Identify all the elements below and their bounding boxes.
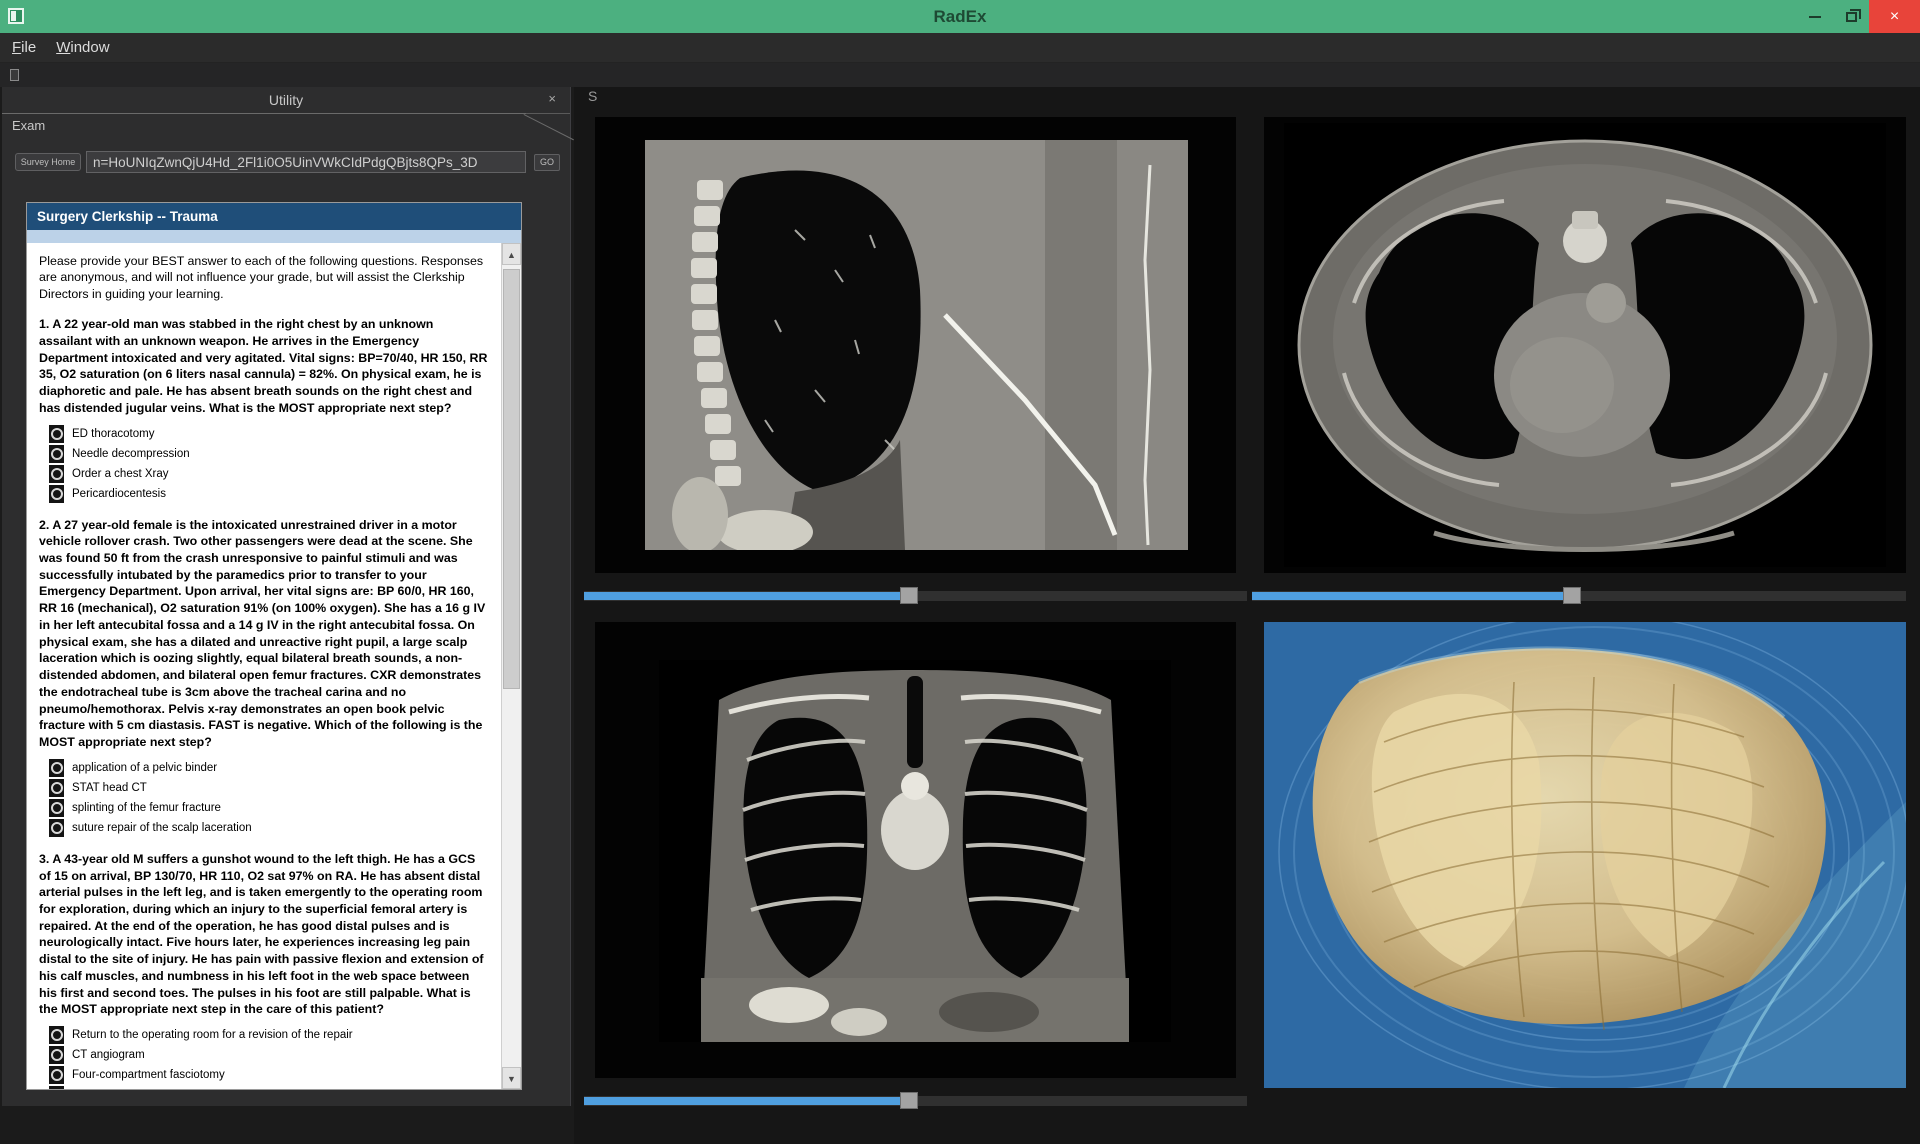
radio-button[interactable]: [49, 819, 64, 837]
question-1-options: ED thoracotomy Needle decompression Orde…: [49, 425, 489, 503]
question-text: 2. A 27 year-old female is the intoxicat…: [39, 517, 489, 751]
slider-handle[interactable]: [900, 1092, 918, 1109]
go-button[interactable]: GO: [534, 154, 560, 171]
ct-sagittal-image: [645, 140, 1188, 550]
option-row: Leg elevation and observation: [49, 1086, 489, 1089]
option-row: splinting of the femur fracture: [49, 799, 489, 817]
survey-title: Surgery Clerkship -- Trauma: [37, 209, 218, 224]
viewport-sagittal[interactable]: [595, 117, 1236, 573]
utility-close-icon[interactable]: ×: [548, 91, 556, 106]
utility-panel: Utility × Exam Survey Home GO Surgery Cl…: [2, 87, 571, 1106]
close-button[interactable]: ×: [1869, 0, 1920, 33]
minimize-button[interactable]: [1797, 0, 1833, 33]
option-row: ED thoracotomy: [49, 425, 489, 443]
option-row: Pericardiocentesis: [49, 485, 489, 503]
exam-tab[interactable]: Exam: [2, 113, 570, 139]
radio-button[interactable]: [49, 465, 64, 483]
option-label[interactable]: Needle decompression: [72, 448, 190, 460]
volume-render-image: [1264, 622, 1906, 1088]
option-row: Four-compartment fasciotomy: [49, 1066, 489, 1084]
maximize-button[interactable]: [1833, 0, 1869, 33]
option-label[interactable]: Return to the operating room for a revis…: [72, 1029, 353, 1041]
option-label[interactable]: Four-compartment fasciotomy: [72, 1069, 225, 1081]
radio-button[interactable]: [49, 445, 64, 463]
scroll-down-button[interactable]: ▼: [502, 1067, 521, 1089]
option-row: Return to the operating room for a revis…: [49, 1026, 489, 1044]
option-label[interactable]: Order a chest Xray: [72, 468, 169, 480]
window-title: RadEx: [0, 7, 1920, 27]
question-2-options: application of a pelvic binder STAT head…: [49, 759, 489, 837]
app-window: RadEx × File Window Utility × Exam Surve…: [0, 0, 1920, 1144]
viewport-coronal[interactable]: [595, 622, 1236, 1078]
option-row: STAT head CT: [49, 779, 489, 797]
tab-diagonal: [524, 114, 574, 140]
option-row: application of a pelvic binder: [49, 759, 489, 777]
minimize-icon: [1809, 16, 1821, 18]
question-text: 1. A 22 year-old man was stabbed in the …: [39, 316, 489, 416]
option-label[interactable]: ED thoracotomy: [72, 428, 154, 440]
question-3: 3. A 43-year old M suffers a gunshot wou…: [39, 851, 489, 1089]
option-row: Needle decompression: [49, 445, 489, 463]
viewport-axial[interactable]: [1264, 117, 1906, 573]
option-row: suture repair of the scalp laceration: [49, 819, 489, 837]
menu-file[interactable]: File: [12, 39, 36, 56]
scroll-up-button[interactable]: ▲: [502, 243, 521, 265]
series-label: S: [588, 88, 597, 104]
option-row: CT angiogram: [49, 1046, 489, 1064]
radio-button[interactable]: [49, 799, 64, 817]
ct-coronal-image: [659, 660, 1171, 1042]
window-controls: ×: [1797, 0, 1920, 33]
survey-frame: Surgery Clerkship -- Trauma Please provi…: [26, 202, 522, 1090]
slider-handle[interactable]: [1563, 587, 1581, 604]
question-1: 1. A 22 year-old man was stabbed in the …: [39, 316, 489, 502]
option-label[interactable]: STAT head CT: [72, 782, 147, 794]
radio-button[interactable]: [49, 779, 64, 797]
question-3-options: Return to the operating room for a revis…: [49, 1026, 489, 1089]
exam-tab-label: Exam: [12, 118, 45, 133]
radio-button[interactable]: [49, 1046, 64, 1064]
viewport-3d-render[interactable]: [1264, 622, 1906, 1088]
survey-home-button[interactable]: Survey Home: [15, 153, 81, 171]
question-2: 2. A 27 year-old female is the intoxicat…: [39, 517, 489, 837]
slice-slider-coronal[interactable]: [584, 1096, 1247, 1106]
toolbar: [0, 63, 1920, 87]
scroll-thumb[interactable]: [503, 269, 520, 689]
slice-slider-axial[interactable]: [1252, 591, 1906, 601]
utility-panel-title: Utility: [2, 87, 570, 113]
option-label[interactable]: application of a pelvic binder: [72, 762, 217, 774]
slider-handle[interactable]: [900, 587, 918, 604]
menu-window[interactable]: Window: [56, 39, 109, 56]
toolbar-grip-icon: [10, 69, 19, 81]
survey-scrollbar[interactable]: ▲ ▼: [501, 243, 521, 1089]
ct-axial-image: [1284, 123, 1886, 567]
option-label[interactable]: Pericardiocentesis: [72, 488, 166, 500]
survey-title-bar: Surgery Clerkship -- Trauma: [27, 203, 521, 230]
radio-button[interactable]: [49, 1086, 64, 1089]
menubar: File Window: [0, 33, 1920, 63]
survey-body: Please provide your BEST answer to each …: [27, 243, 501, 1089]
slider-fill: [584, 592, 909, 600]
slider-fill: [1252, 592, 1572, 600]
option-label[interactable]: suture repair of the scalp laceration: [72, 822, 252, 834]
radio-button[interactable]: [49, 485, 64, 503]
option-row: Order a chest Xray: [49, 465, 489, 483]
slice-slider-sagittal[interactable]: [584, 591, 1247, 601]
slider-fill: [584, 1097, 909, 1105]
url-input[interactable]: [86, 151, 526, 173]
utility-panel-header: Utility ×: [2, 87, 570, 113]
survey-intro: Please provide your BEST answer to each …: [39, 253, 489, 302]
radio-button[interactable]: [49, 1026, 64, 1044]
close-icon: ×: [1890, 9, 1899, 25]
radio-button[interactable]: [49, 759, 64, 777]
maximize-icon: [1846, 12, 1857, 22]
option-label[interactable]: splinting of the femur fracture: [72, 802, 221, 814]
survey-subheader-strip: [27, 230, 521, 243]
option-label[interactable]: CT angiogram: [72, 1049, 145, 1061]
question-text: 3. A 43-year old M suffers a gunshot wou…: [39, 851, 489, 1018]
titlebar: RadEx ×: [0, 0, 1920, 33]
radio-button[interactable]: [49, 425, 64, 443]
radio-button[interactable]: [49, 1066, 64, 1084]
